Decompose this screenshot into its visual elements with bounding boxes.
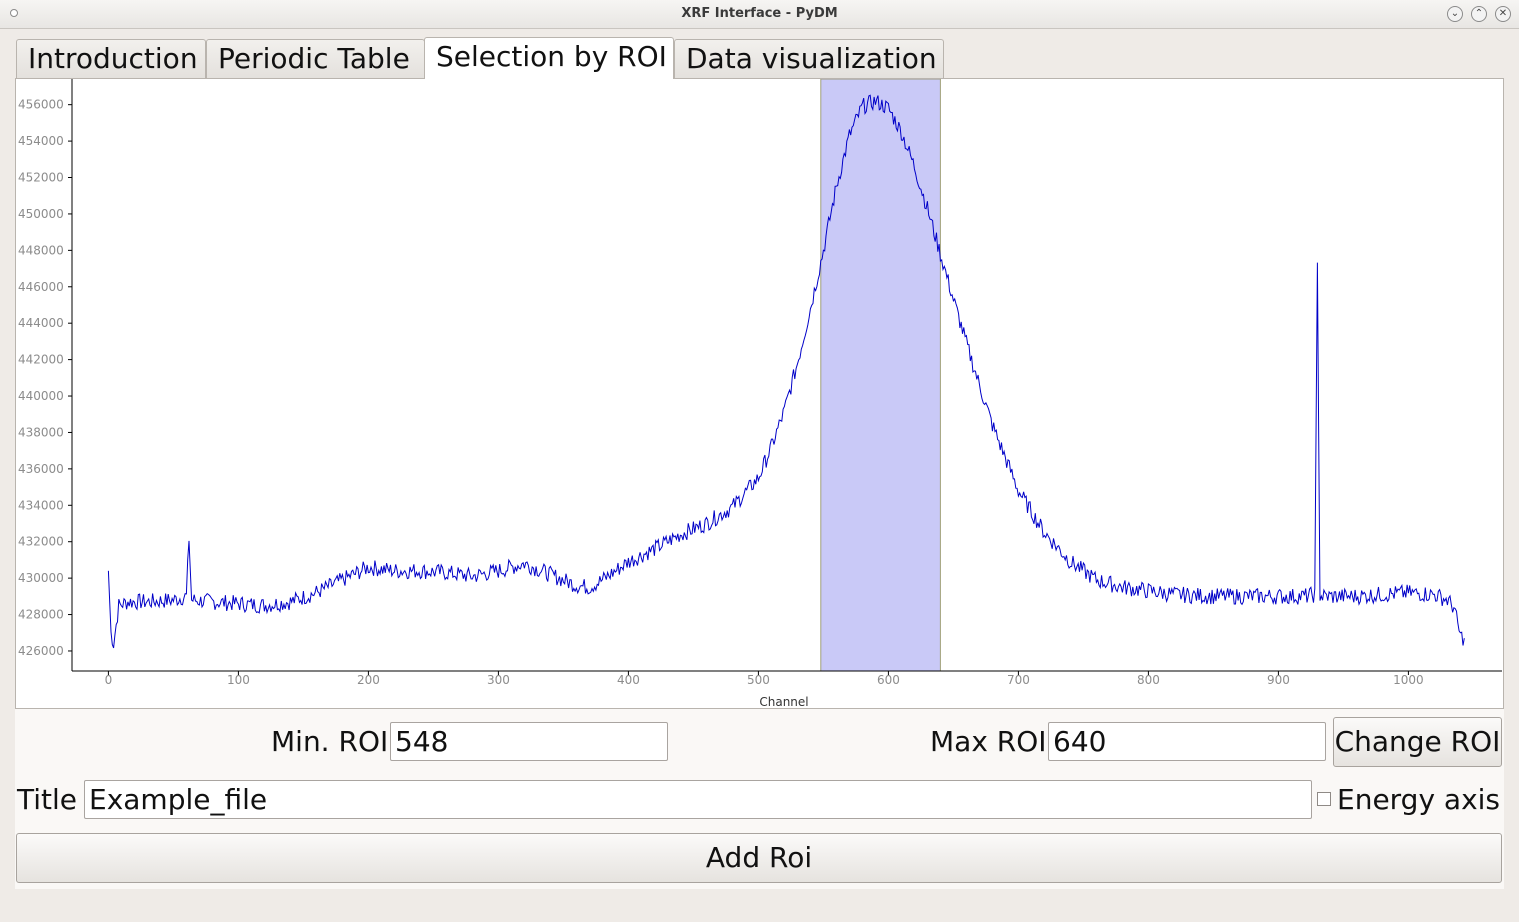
tab-introduction[interactable]: Introduction [16,39,206,78]
x-tick-label: 900 [1267,673,1290,687]
x-tick-label: 400 [617,673,640,687]
spectrum-series-line [107,94,1465,649]
y-tick-label: 438000 [18,425,64,439]
x-tick-label: 1000 [1393,673,1424,687]
title-input[interactable]: Example_file [84,780,1312,819]
x-tick-label: 600 [877,673,900,687]
y-tick-label: 446000 [18,280,64,294]
y-tick-label: 426000 [18,644,64,658]
x-tick-label: 700 [1007,673,1030,687]
x-tick-label: 800 [1137,673,1160,687]
max-roi-label: Max ROI [930,725,1047,758]
y-tick-label: 456000 [18,98,64,112]
roi-region[interactable] [820,79,941,672]
x-tick-label: 200 [357,673,380,687]
change-roi-button[interactable]: Change ROI [1333,717,1502,767]
y-tick-label: 436000 [18,462,64,476]
title-label: Title [17,783,78,816]
y-tick-label: 430000 [18,571,64,585]
spectrum-plot[interactable]: 426000 428000 430000 432000 434000 436000 4380… [16,79,1503,708]
x-tick-label: 300 [487,673,510,687]
add-roi-button[interactable]: Add Roi [16,833,1502,883]
close-icon[interactable]: ✕ [1495,6,1511,22]
y-tick-label: 454000 [18,134,64,148]
roi-controls: Min. ROI 548 Max ROI 640 Change ROI Titl… [15,709,1504,889]
tab-data-visualization[interactable]: Data visualization [674,39,944,78]
window-title: XRF Interface - PyDM [681,6,838,21]
energy-axis-label: Energy axis [1337,783,1501,816]
maximize-icon[interactable]: ⌃ [1471,6,1487,22]
energy-axis-checkbox[interactable] [1317,792,1331,806]
min-roi-input[interactable]: 548 [390,722,668,761]
x-tick-label: 500 [747,673,770,687]
min-roi-label: Min. ROI [271,725,389,758]
x-tick-label: 100 [227,673,250,687]
tab-periodic-table[interactable]: Periodic Table [206,39,425,78]
plot-panel: 426000 428000 430000 432000 434000 436000 4380… [15,78,1504,709]
tab-selection-by-roi[interactable]: Selection by ROI [424,37,674,79]
max-roi-input[interactable]: 640 [1048,722,1326,761]
y-tick-label: 428000 [18,608,64,622]
y-tick-label: 434000 [18,498,64,512]
x-axis-label: Channel [759,695,808,708]
x-tick-label: 0 [105,673,113,687]
y-tick-label: 442000 [18,353,64,367]
y-tick-label: 440000 [18,389,64,403]
y-tick-label: 450000 [18,207,64,221]
y-tick-label: 444000 [18,316,64,330]
y-tick-label: 452000 [18,171,64,185]
y-tick-label: 432000 [18,535,64,549]
window-titlebar: XRF Interface - PyDM ⌄ ⌃ ✕ [0,0,1519,29]
y-tick-label: 448000 [18,243,64,257]
minimize-icon[interactable]: ⌄ [1447,6,1463,22]
